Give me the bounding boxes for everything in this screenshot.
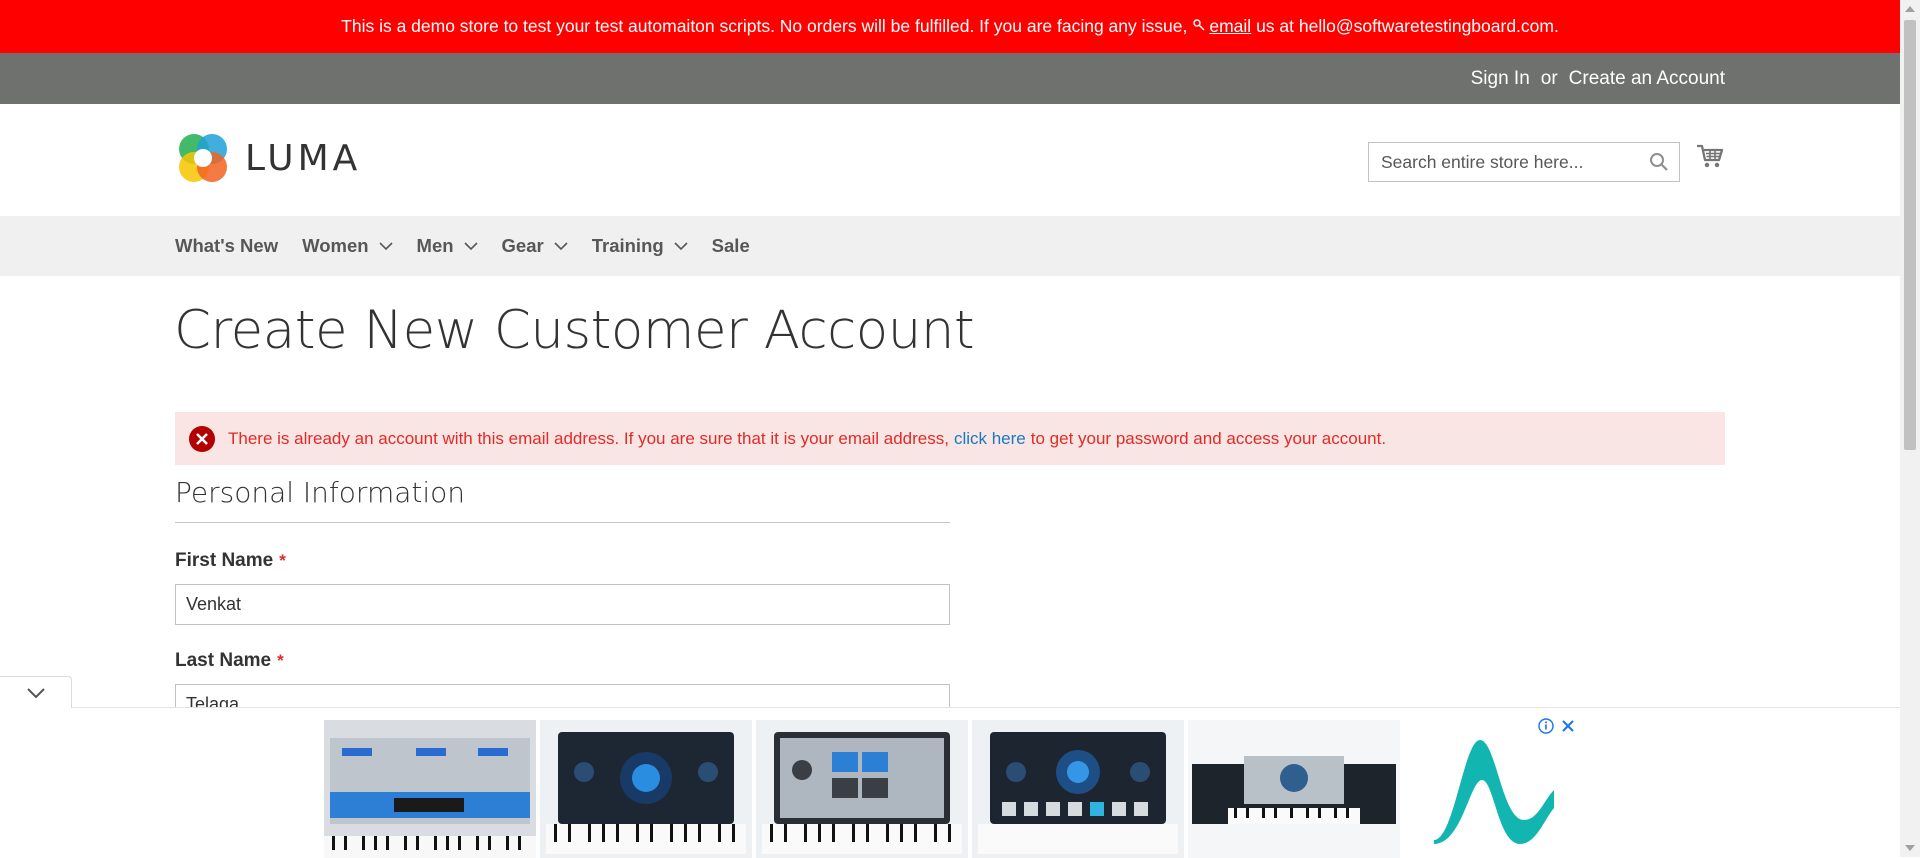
- nav-item-label: Men: [416, 235, 454, 256]
- demo-notice-bar: This is a demo store to test your test a…: [0, 0, 1900, 53]
- ad-info-icon[interactable]: [1538, 718, 1554, 739]
- ad-banner: [0, 707, 1900, 858]
- nav-item-sale[interactable]: Sale: [712, 235, 750, 257]
- ad-collapse-tab[interactable]: [0, 676, 72, 708]
- search-input[interactable]: [1369, 143, 1641, 181]
- ad-image-5[interactable]: [1188, 720, 1400, 858]
- page-scrollbar[interactable]: [1900, 0, 1920, 857]
- nav-item-label: Training: [591, 235, 664, 256]
- nav-list: What's New Women Men Gear Training Sale: [175, 216, 774, 276]
- first-name-input[interactable]: [175, 584, 950, 625]
- email-link[interactable]: email: [1209, 16, 1251, 37]
- header-links: Sign In or Create an Account: [1471, 53, 1725, 104]
- nav-item-training[interactable]: Training: [592, 235, 688, 257]
- chevron-down-icon: [463, 241, 478, 250]
- demo-notice-text: This is a demo store to test your test a…: [341, 16, 1188, 36]
- personal-info-legend: Personal Information: [175, 476, 950, 523]
- required-mark: *: [279, 551, 286, 570]
- error-message: There is already an account with this em…: [175, 412, 1725, 465]
- first-name-label: First Name *: [175, 550, 286, 572]
- last-name-label-text: Last Name: [175, 650, 272, 671]
- demo-notice-text-after: us at hello@softwaretestingboard.com.: [1256, 16, 1559, 36]
- chevron-down-icon: [378, 241, 393, 250]
- first-name-label-text: First Name: [175, 550, 274, 571]
- luma-logo[interactable]: LUMA: [175, 130, 361, 186]
- ad-image-6[interactable]: [1404, 720, 1576, 858]
- close-icon[interactable]: [1560, 718, 1576, 739]
- last-name-label: Last Name *: [175, 650, 284, 672]
- cart-icon[interactable]: [1696, 142, 1724, 175]
- scroll-down-arrow-icon[interactable]: [1905, 845, 1915, 851]
- error-text: There is already an account with this em…: [228, 428, 949, 448]
- create-account-link[interactable]: Create an Account: [1569, 68, 1725, 90]
- chevron-down-icon: [674, 241, 688, 250]
- nav-item-gear[interactable]: Gear: [502, 235, 568, 257]
- nav-item-women[interactable]: Women: [302, 235, 393, 257]
- luma-logo-icon: [179, 134, 227, 182]
- nav-item-men[interactable]: Men: [417, 235, 478, 257]
- sign-in-link[interactable]: Sign In: [1471, 68, 1530, 90]
- nav-item-whats-new[interactable]: What's New: [175, 235, 278, 257]
- main-nav: What's New Women Men Gear Training Sale: [0, 216, 1900, 276]
- error-icon: [188, 425, 216, 453]
- chevron-down-icon: [554, 241, 568, 250]
- chevron-down-icon: [26, 687, 45, 698]
- ad-image-2[interactable]: [540, 720, 752, 858]
- page-title: Create New Customer Account: [174, 300, 975, 361]
- nav-item-label: Sale: [711, 235, 750, 256]
- site-header: LUMA: [0, 104, 1900, 216]
- nav-item-label: Women: [302, 235, 369, 256]
- ad-image-4[interactable]: [972, 720, 1184, 858]
- ad-image-3[interactable]: [756, 720, 968, 858]
- key-icon: [1193, 19, 1205, 34]
- search-icon[interactable]: [1649, 152, 1669, 177]
- scroll-thumb[interactable]: [1904, 20, 1916, 450]
- click-here-link[interactable]: click here: [954, 429, 1026, 449]
- nav-item-label: What's New: [175, 235, 279, 256]
- error-text-after: to get your password and access your acc…: [1030, 428, 1387, 448]
- panel-header: Sign In or Create an Account: [0, 53, 1900, 104]
- nav-item-label: Gear: [501, 235, 544, 256]
- scroll-up-arrow-icon[interactable]: [1905, 6, 1915, 12]
- ad-image-1[interactable]: [324, 720, 536, 858]
- or-separator: or: [1540, 67, 1558, 89]
- required-mark: *: [277, 651, 284, 670]
- search-box: [1368, 142, 1680, 182]
- logo-text: LUMA: [245, 137, 362, 179]
